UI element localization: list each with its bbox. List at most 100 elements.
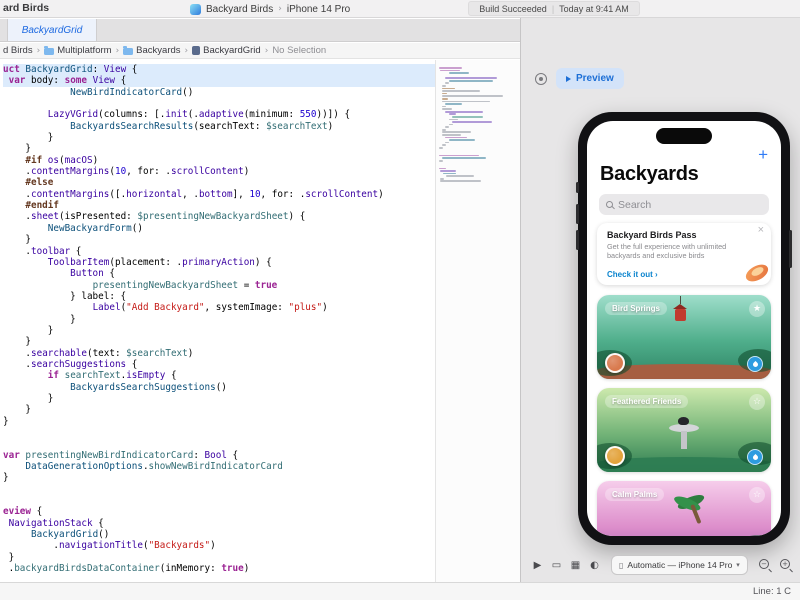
code-line: }: [3, 404, 31, 416]
code-line: Label("Add Backyard", systemImage: "plus…: [92, 302, 328, 314]
code-line: BackyardsSearchResults(searchText: $sear…: [70, 120, 334, 132]
chevron-separator: ›: [36, 45, 41, 56]
variants-icon[interactable]: ▦: [567, 555, 584, 575]
status-divider: |: [551, 3, 555, 14]
breadcrumb-project[interactable]: d Birds: [3, 45, 33, 56]
minimap-line: [446, 175, 474, 177]
code-line: }: [3, 132, 54, 144]
minimap-line: [445, 103, 462, 105]
code-line: }: [3, 234, 31, 246]
device-frame-icon[interactable]: ▭: [548, 555, 565, 575]
minimap-line: [439, 69, 460, 72]
promo-body: Get the full experience with unlimited b…: [607, 242, 727, 260]
minimap-line: [442, 87, 455, 90]
live-preview-icon[interactable]: ▶: [529, 555, 546, 575]
preview-play-icon: [566, 75, 571, 82]
backyard-card-palms[interactable]: Calm Palms ☆: [597, 481, 771, 536]
minimap-line: [442, 105, 447, 108]
favorite-star-button[interactable]: ☆: [749, 487, 765, 503]
minimap-line: [442, 134, 462, 136]
favorite-star-button[interactable]: ☆: [749, 394, 765, 410]
code-line: #else: [25, 177, 54, 189]
backyard-card-springs[interactable]: Bird Springs ★: [597, 295, 771, 379]
minimap-line: [442, 128, 447, 131]
code-line: }: [3, 415, 9, 427]
preview-pin-icon[interactable]: [535, 72, 547, 85]
preview-tab[interactable]: Preview: [556, 68, 624, 89]
minimap-line: [445, 136, 468, 139]
code-line: .navigationTitle("Backyards"): [3, 540, 216, 552]
chevron-separator: ›: [264, 45, 269, 56]
minimap-line: [442, 85, 447, 87]
code-line: }: [3, 472, 9, 484]
device-selector[interactable]: ▯ Automatic — iPhone 14 Pro ▾: [611, 555, 748, 575]
minimap-line: [439, 177, 444, 180]
search-field[interactable]: Search: [599, 194, 769, 215]
toolbar: ard Birds Backyard Birds › iPhone 14 Pro…: [0, 0, 800, 18]
iphone-preview[interactable]: + Backyards Search Backyard Birds Pass G…: [576, 112, 792, 545]
add-backyard-button[interactable]: +: [758, 146, 768, 163]
backyard-card-bath[interactable]: Feathered Friends ☆: [597, 388, 771, 472]
code-line: .contentMargins([.horizontal, .bottom], …: [3, 188, 384, 200]
cursor-position: Line: 1 C: [753, 586, 792, 597]
water-drop-icon: [751, 360, 759, 368]
minimap[interactable]: [435, 60, 520, 582]
breadcrumb-backyards[interactable]: Backyards: [123, 45, 181, 56]
code-line: .searchable(text: $searchText): [3, 347, 194, 359]
canvas-mode-buttons: ▶ ▭ ▦ ◐: [529, 555, 603, 575]
build-status[interactable]: Build Succeeded | Today at 9:41 AM: [468, 1, 640, 16]
scheme-app-name[interactable]: Backyard Birds: [206, 4, 273, 15]
promo-card[interactable]: Backyard Birds Pass Get the full experie…: [597, 223, 771, 285]
code-line: var presentingNewBirdIndicatorCard: Bool…: [3, 449, 239, 461]
close-icon[interactable]: ×: [758, 225, 764, 236]
code-line: .toolbar {: [3, 245, 82, 257]
zoom-in-button[interactable]: +: [780, 559, 792, 571]
minimap-line: [448, 139, 476, 141]
chevron-separator: ›: [184, 45, 189, 56]
minimap-line: [451, 115, 484, 118]
bird-badge: [605, 353, 625, 373]
code-line: if searchText.isEmpty {: [47, 370, 177, 382]
dynamic-island: [656, 128, 712, 144]
power-button: [789, 230, 792, 268]
code-line: }: [3, 551, 15, 563]
promo-title: Backyard Birds Pass: [607, 230, 697, 240]
breadcrumb-file[interactable]: BackyardGrid: [192, 45, 261, 56]
promo-cta-link[interactable]: Check it out ›: [607, 270, 658, 279]
tab-label: BackyardGrid: [21, 24, 83, 36]
code-line: Button {: [70, 268, 115, 280]
code-line: .searchSuggestions {: [3, 358, 138, 370]
minimap-line: [439, 67, 462, 69]
zoom-out-button[interactable]: −: [759, 559, 771, 571]
minimap-line: [439, 167, 446, 170]
breadcrumb-selection[interactable]: No Selection: [272, 45, 326, 56]
backyard-name: Calm Palms: [605, 488, 665, 501]
window-title: ard Birds: [3, 2, 50, 14]
jump-bar: d Birds › Multiplatform › Backyards › Ba…: [0, 43, 520, 59]
code-line: NewBirdIndicatorCard(): [70, 86, 194, 98]
code-line: .backyardBirdsDataContainer(inMemory: tr…: [3, 563, 250, 575]
editor-tab-bar: BackyardGrid: [0, 19, 520, 42]
color-scheme-icon[interactable]: ◐: [586, 555, 603, 575]
breadcrumb-multiplatform[interactable]: Multiplatform: [44, 45, 112, 56]
editor-pane: uct BackyardGrid: View { var body: some …: [0, 60, 520, 582]
minimap-line: [451, 121, 492, 123]
code-line: ToolbarItem(placement: .primaryAction) {: [47, 256, 272, 268]
minimap-line: [448, 72, 470, 74]
tab-backyardgrid[interactable]: BackyardGrid: [7, 19, 97, 41]
scheme-selector[interactable]: Backyard Birds › iPhone 14 Pro: [190, 1, 350, 17]
backyard-name: Feathered Friends: [605, 395, 689, 408]
code-line: }: [3, 392, 54, 404]
minimap-line: [445, 126, 450, 128]
minimap-line: [439, 154, 479, 157]
backyard-card-list: Bird Springs ★ Feathered Friends ☆ Calm Palm…: [597, 295, 771, 536]
swift-file-icon: [192, 46, 201, 55]
xcode-window: ard Birds Backyard Birds › iPhone 14 Pro…: [0, 0, 800, 600]
scheme-device-name[interactable]: iPhone 14 Pro: [287, 4, 350, 15]
minimap-line: [442, 95, 503, 98]
favorite-star-button[interactable]: ★: [749, 301, 765, 317]
minimap-line: [439, 159, 443, 162]
minimap-line: [442, 131, 471, 134]
code-editor[interactable]: uct BackyardGrid: View { var body: some …: [0, 60, 435, 582]
